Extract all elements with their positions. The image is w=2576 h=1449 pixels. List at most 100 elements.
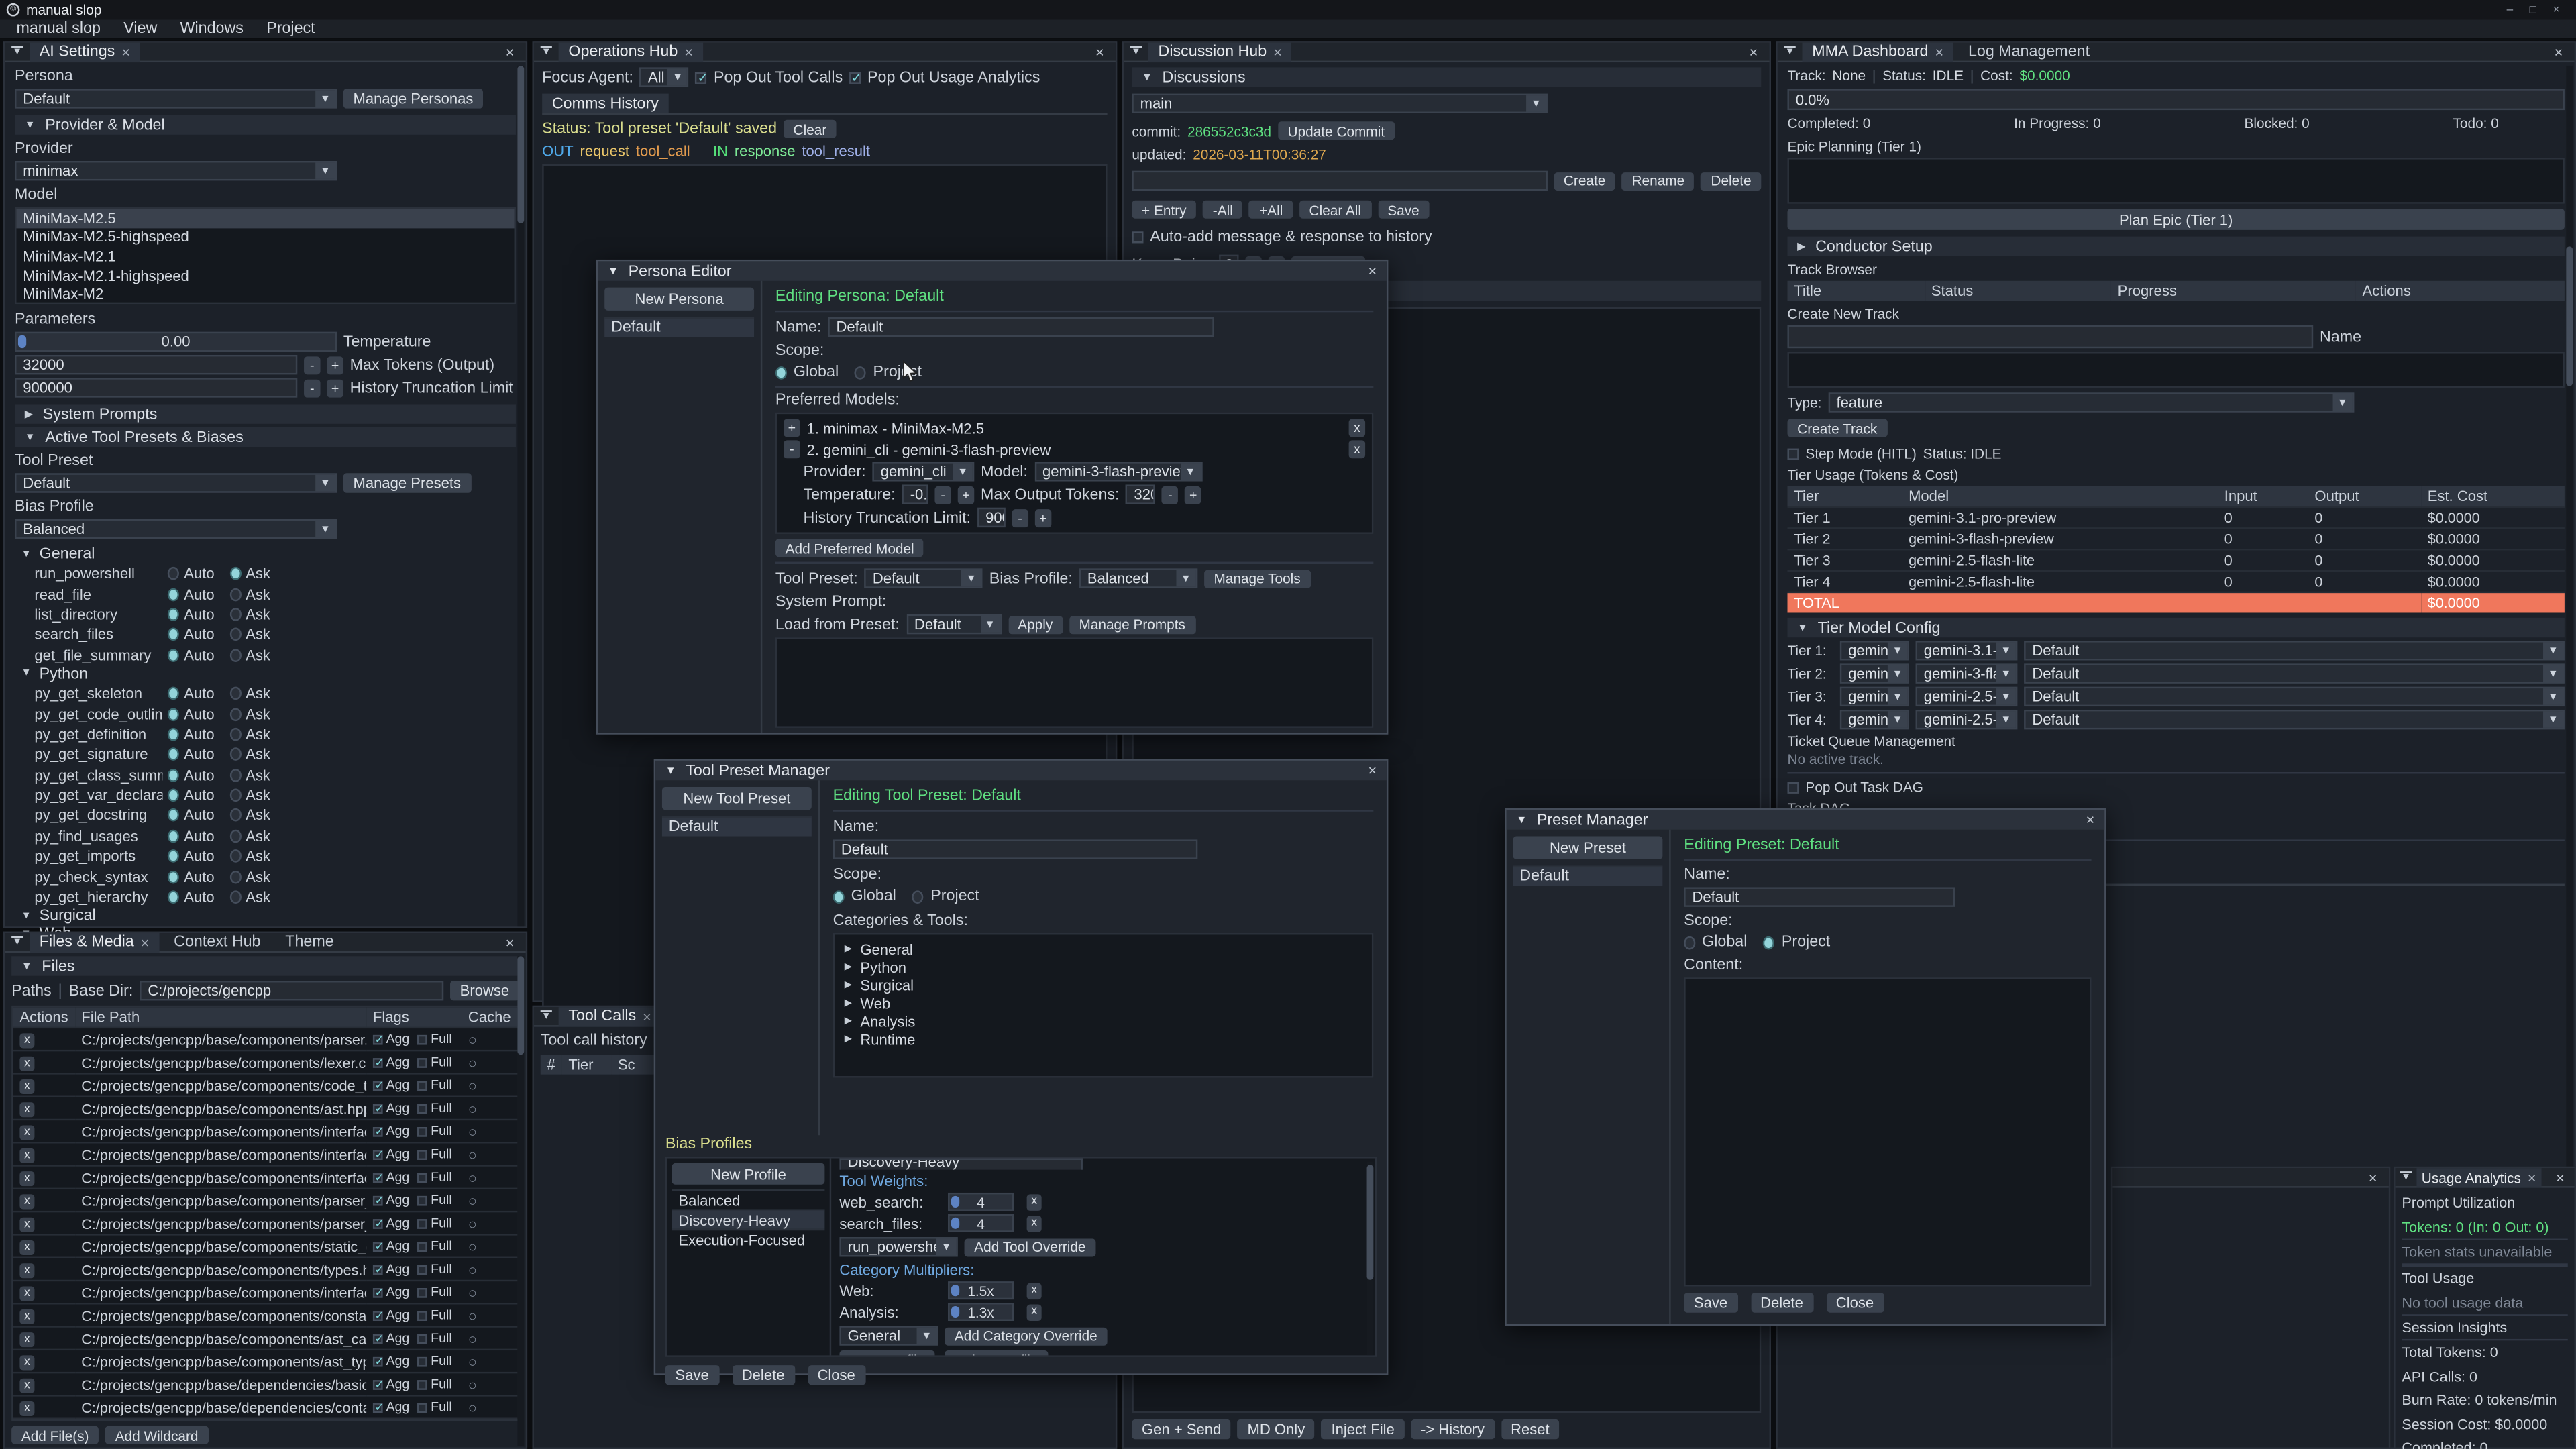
tool-preset-list-item[interactable]: Default (662, 816, 812, 836)
delete-discussion-button[interactable]: Delete (1701, 172, 1762, 190)
gen-send-button[interactable]: Gen + Send (1132, 1419, 1231, 1439)
rename-discussion-button[interactable]: Rename (1622, 172, 1695, 190)
menu-app[interactable]: manual slop (16, 19, 100, 38)
decrement-button[interactable]: - (304, 378, 320, 396)
increment-button[interactable]: + (327, 356, 343, 374)
auto-radio[interactable] (168, 628, 179, 641)
tier-provider-select[interactable]: gemini▼ (1840, 687, 1909, 706)
manage-tools-button[interactable]: Manage Tools (1204, 570, 1311, 588)
apply-button[interactable]: Apply (1008, 615, 1062, 633)
tab-close-icon[interactable]: × (643, 1008, 651, 1024)
preset-manager-titlebar[interactable]: ▼ Preset Manager × (1507, 810, 2104, 829)
agg-checkbox[interactable] (373, 1356, 383, 1366)
full-checkbox[interactable] (418, 1218, 428, 1228)
full-checkbox[interactable] (418, 1402, 428, 1412)
reset-button[interactable]: Reset (1501, 1419, 1559, 1439)
ask-radio[interactable] (229, 728, 241, 741)
minimize-icon[interactable]: – (2507, 4, 2514, 15)
create-discussion-button[interactable]: Create (1554, 172, 1615, 190)
menu-windows[interactable]: Windows (180, 19, 244, 38)
save-discussion-button[interactable]: Save (1378, 201, 1430, 219)
remove-file-button[interactable]: x (19, 1171, 34, 1186)
decrement-button[interactable]: - (1012, 508, 1028, 527)
ask-radio[interactable] (229, 628, 241, 641)
maximize-icon[interactable]: □ (2530, 4, 2536, 15)
remove-file-button[interactable]: x (19, 1126, 34, 1140)
tool-group-general[interactable]: ▼General (15, 545, 516, 564)
save-preset-button[interactable]: Save (1684, 1293, 1737, 1312)
auto-radio[interactable] (168, 809, 179, 822)
slider-thumb[interactable] (951, 1196, 959, 1208)
tab-close-icon[interactable]: × (1273, 44, 1282, 60)
increment-button[interactable]: + (1185, 486, 1201, 504)
tab-context-hub[interactable]: Context Hub (164, 932, 270, 952)
remove-model-button[interactable]: x (1349, 419, 1365, 437)
tier-model-select[interactable]: gemini-3-flash-preview▼ (1916, 663, 2018, 683)
auto-radio[interactable] (168, 870, 179, 883)
tier-model-select[interactable]: gemini-2.5-flash-lite▼ (1916, 710, 2018, 729)
increment-button[interactable]: + (958, 486, 974, 504)
remove-file-button[interactable]: x (19, 1102, 34, 1117)
weight-websearch-slider[interactable]: 4 (948, 1193, 1014, 1211)
tier-provider-select[interactable]: gemini▼ (1840, 710, 1909, 729)
remove-file-button[interactable]: x (19, 1218, 34, 1232)
agg-checkbox[interactable] (373, 1034, 383, 1044)
tab-tool-calls[interactable]: Tool Calls× (559, 1006, 661, 1026)
preset-list-item[interactable]: Default (1513, 866, 1663, 885)
tier-preset-select[interactable]: Default▼ (2024, 687, 2565, 706)
category-row-analysis[interactable]: ▶Analysis (845, 1012, 1362, 1030)
plan-epic-button[interactable]: Plan Epic (Tier 1) (1787, 209, 2564, 230)
ask-radio[interactable] (229, 870, 241, 883)
track-type-select[interactable]: feature▼ (1828, 392, 2354, 412)
category-row-general[interactable]: ▶General (845, 940, 1362, 958)
remove-file-button[interactable]: x (19, 1309, 34, 1324)
increment-button[interactable]: + (327, 378, 343, 396)
tab-close-icon[interactable]: × (1935, 44, 1943, 60)
tab-close-icon[interactable]: × (2528, 1169, 2536, 1185)
preset-content-textarea[interactable] (1684, 977, 2091, 1286)
tab-operations-hub[interactable]: Operations Hub× (559, 42, 703, 61)
tab-comms-history[interactable]: Comms History (542, 94, 668, 113)
agg-checkbox[interactable] (373, 1126, 383, 1136)
tool-preset-name-input[interactable]: Default (833, 839, 1198, 859)
add-all-button[interactable]: +All (1249, 201, 1293, 219)
pe-hist-input[interactable]: 900000 (977, 508, 1006, 527)
full-checkbox[interactable] (418, 1241, 428, 1251)
autoadd-checkbox[interactable] (1132, 231, 1143, 243)
panel-close-icon[interactable]: × (499, 44, 521, 60)
delete-tool-preset-button[interactable]: Delete (732, 1365, 794, 1385)
persona-editor-titlebar[interactable]: ▼ Persona Editor × (598, 261, 1387, 280)
remove-file-button[interactable]: x (19, 1033, 34, 1048)
category-row-runtime[interactable]: ▶Runtime (845, 1030, 1362, 1049)
category-override-select[interactable]: General▼ (839, 1326, 938, 1345)
ask-radio[interactable] (229, 649, 241, 662)
decrement-button[interactable]: - (934, 486, 951, 504)
tab-mma-dashboard[interactable]: MMA Dashboard× (1803, 42, 1953, 61)
remove-file-button[interactable]: x (19, 1148, 34, 1163)
remove-file-button[interactable]: x (19, 1332, 34, 1347)
full-checkbox[interactable] (418, 1379, 428, 1389)
auto-radio[interactable] (168, 789, 179, 802)
agg-checkbox[interactable] (373, 1402, 383, 1412)
add-category-override-button[interactable]: Add Category Override (945, 1327, 1107, 1345)
scope-global-radio[interactable] (775, 366, 787, 379)
full-checkbox[interactable] (418, 1057, 428, 1067)
pop-usage-checkbox[interactable] (849, 72, 861, 83)
full-checkbox[interactable] (418, 1172, 428, 1182)
md-only-button[interactable]: MD Only (1238, 1419, 1315, 1439)
auto-radio[interactable] (168, 649, 179, 662)
tab-usage-analytics[interactable]: Usage Analytics× (2416, 1167, 2541, 1187)
track-description-textarea[interactable] (1787, 352, 2564, 388)
collapse-icon[interactable]: ▼ (665, 765, 676, 776)
remove-file-button[interactable]: x (19, 1079, 34, 1094)
remove-file-button[interactable]: x (19, 1263, 34, 1278)
agg-checkbox[interactable] (373, 1080, 383, 1090)
slider-thumb[interactable] (951, 1306, 959, 1318)
full-checkbox[interactable] (418, 1356, 428, 1366)
category-row-surgical[interactable]: ▶Surgical (845, 976, 1362, 994)
dock-menu-icon[interactable]: ▼ (539, 46, 553, 58)
new-tool-preset-button[interactable]: New Tool Preset (662, 787, 812, 810)
menu-project[interactable]: Project (266, 19, 315, 38)
decrement-button[interactable]: - (1162, 486, 1178, 504)
auto-radio[interactable] (168, 829, 179, 843)
